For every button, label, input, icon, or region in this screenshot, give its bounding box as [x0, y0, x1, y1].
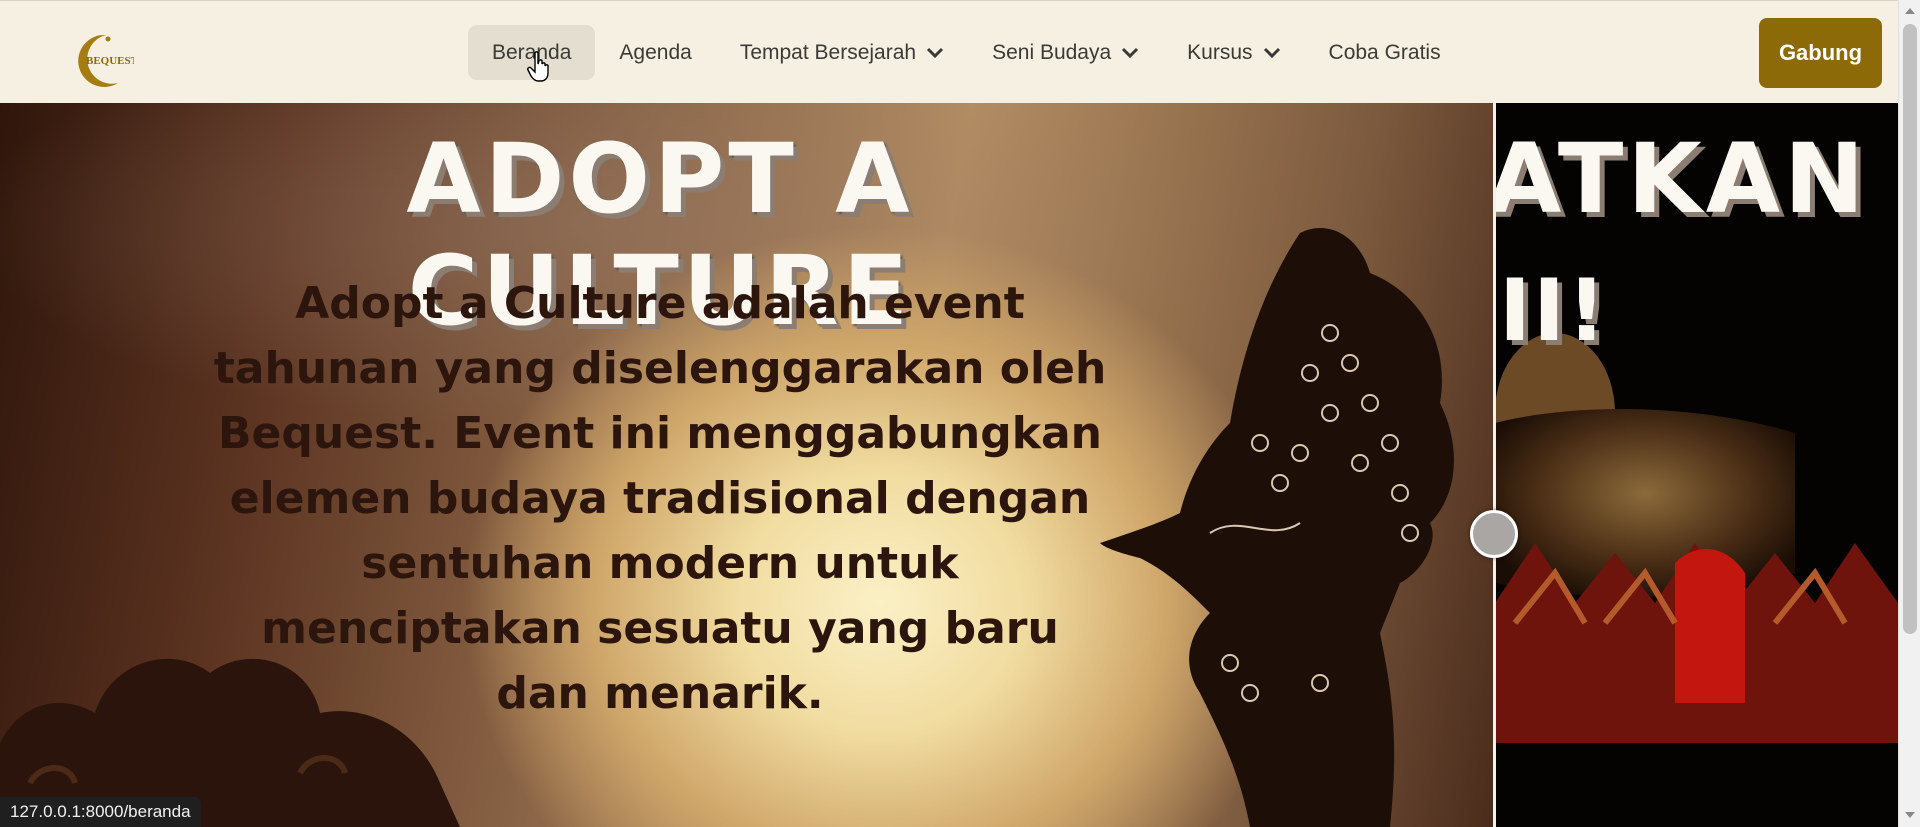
- nav-agenda[interactable]: Agenda: [595, 25, 715, 80]
- logo-text: BEQUEST: [86, 55, 134, 67]
- nav-menu: Beranda Agenda Tempat Bersejarah Seni Bu…: [468, 25, 1465, 80]
- slide-next: ATKAN II!: [1495, 103, 1898, 827]
- navbar: BEQUEST Beranda Agenda Tempat Bersejarah…: [0, 0, 1898, 103]
- slide-adopt-a-culture: ADOPT A CULTURE Adopt a Culture adalah e…: [0, 103, 1493, 827]
- chevron-down-icon: [1122, 47, 1139, 58]
- gabung-button[interactable]: Gabung: [1759, 18, 1882, 88]
- nav-seni-budaya[interactable]: Seni Budaya: [968, 25, 1163, 80]
- scroll-down-arrow-icon[interactable]: [1905, 812, 1915, 818]
- nav-agenda-label: Agenda: [619, 40, 692, 64]
- scrollbar[interactable]: [1898, 0, 1920, 827]
- nav-beranda-label: Beranda: [492, 40, 572, 64]
- chevron-down-icon: [927, 47, 944, 58]
- wayang-silhouette: [1100, 227, 1454, 827]
- chevron-down-icon: [1263, 47, 1280, 58]
- bequest-logo[interactable]: BEQUEST: [72, 31, 134, 89]
- slide1-description: Adopt a Culture adalah event tahunan yan…: [213, 278, 1107, 719]
- nav-coba-gratis-label: Coba Gratis: [1328, 40, 1441, 64]
- nav-beranda[interactable]: Beranda: [468, 25, 596, 80]
- slider-handle[interactable]: [1470, 510, 1518, 558]
- scrollbar-thumb[interactable]: [1903, 24, 1917, 634]
- slide2-title: ATKAN: [1495, 123, 1898, 235]
- slide2-exclaim: II!: [1499, 261, 1609, 361]
- hero-slider: ADOPT A CULTURE Adopt a Culture adalah e…: [0, 103, 1898, 827]
- nav-seni-budaya-label: Seni Budaya: [992, 40, 1112, 64]
- nav-coba-gratis[interactable]: Coba Gratis: [1305, 25, 1465, 80]
- nav-kursus[interactable]: Kursus: [1163, 25, 1304, 80]
- status-bar-url: 127.0.0.1:8000/beranda: [0, 797, 201, 827]
- slider-divider[interactable]: [1493, 103, 1496, 827]
- nav-tempat-bersejarah[interactable]: Tempat Bersejarah: [716, 25, 968, 80]
- nav-kursus-label: Kursus: [1187, 40, 1253, 64]
- slide2-title-text: ATKAN: [1495, 123, 1869, 235]
- scroll-up-arrow-icon[interactable]: [1905, 8, 1915, 14]
- nav-tempat-bersejarah-label: Tempat Bersejarah: [739, 40, 917, 64]
